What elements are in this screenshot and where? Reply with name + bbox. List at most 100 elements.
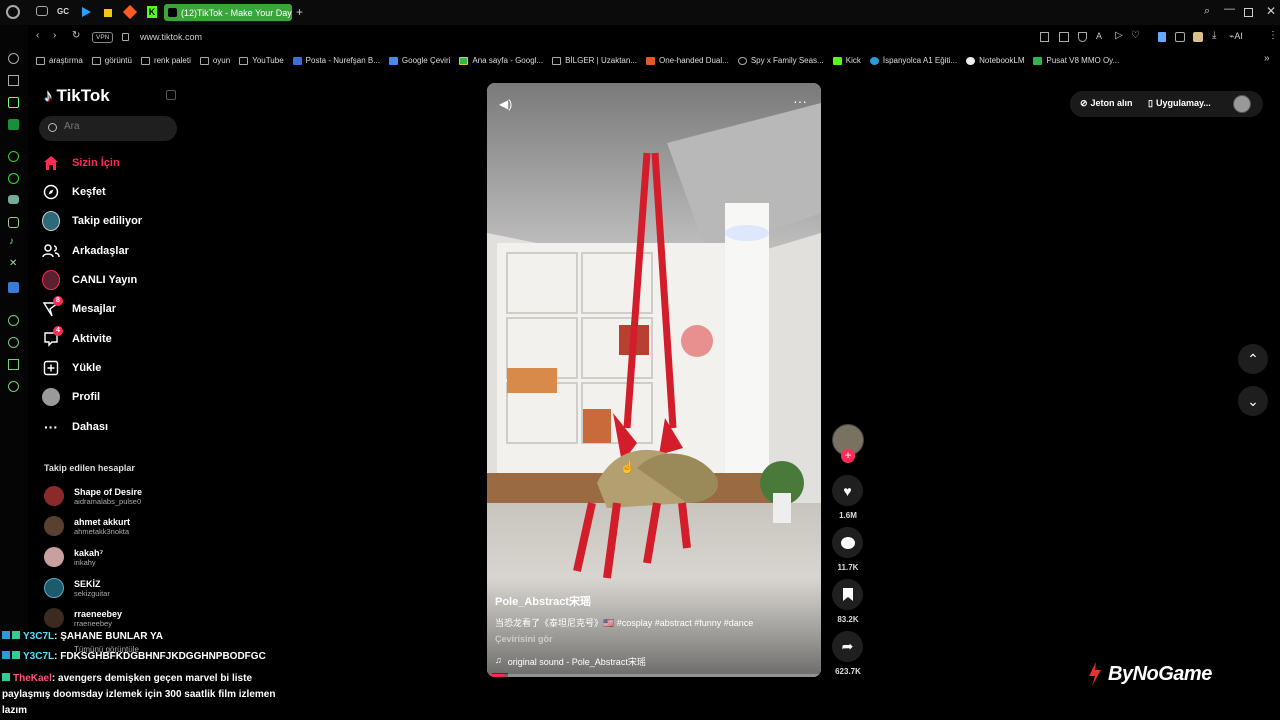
nav-canli-yayin[interactable]: CANLI Yayın (42, 270, 137, 290)
sound-link[interactable]: ♫ original sound - Pole_Abstract宋瑶 (495, 655, 646, 668)
save-button[interactable] (832, 579, 863, 610)
instagram-icon[interactable] (8, 217, 19, 228)
followed-account[interactable]: kakah⁷ irikahy (44, 547, 103, 567)
followed-account[interactable]: ahmet akkurt ahmetakk3nokta (44, 516, 130, 536)
speed-dial-icon[interactable] (8, 53, 19, 64)
comment-button[interactable] (832, 527, 863, 558)
next-video-button[interactable]: ⌄ (1238, 386, 1268, 416)
tiktok-note-icon: ♪ (44, 86, 53, 105)
extension-puzzle-icon[interactable] (1175, 32, 1185, 42)
vpn-badge[interactable]: VPN (92, 32, 114, 43)
extension-image-icon[interactable] (1193, 32, 1203, 42)
video-more-icon[interactable]: ··· (793, 93, 807, 109)
translate-link[interactable]: Çevirisini gör (495, 634, 553, 644)
restore-icon[interactable] (1244, 8, 1253, 17)
yellow-tab-icon[interactable] (104, 9, 112, 17)
extensions-icon[interactable] (8, 359, 19, 370)
bookmark-item[interactable]: Kick (832, 56, 861, 65)
tiktok-logo[interactable]: ♪ TikTok (44, 86, 110, 106)
tab-tiktok[interactable]: (12)TikTok - Make Your Day (164, 4, 292, 21)
player-icon[interactable] (8, 315, 19, 326)
bookmarks-overflow-icon[interactable]: » (1264, 53, 1270, 64)
shield-icon[interactable] (1078, 32, 1087, 42)
bookmark-item[interactable]: İspanyolca A1 Eğiti... (869, 56, 957, 65)
snapshot-icon[interactable] (1059, 32, 1069, 42)
bookmark-item[interactable]: Posta - Nurefşan B... (292, 56, 380, 65)
search-input[interactable] (64, 121, 164, 132)
bookmark-item[interactable]: One-handed Dual... (645, 56, 729, 65)
video-author[interactable]: Pole_Abstract宋瑶 (495, 593, 591, 609)
share-button[interactable]: ➦ (832, 631, 863, 662)
bookmark-item[interactable]: Pusat V8 MMO Oy... (1033, 56, 1119, 65)
nav-kesfet[interactable]: Keşfet (42, 183, 106, 201)
x-twitter-icon[interactable]: ✕ (9, 258, 17, 269)
get-app-button[interactable]: ▯ Uygulamay... (1148, 98, 1211, 109)
orange-tab-icon[interactable] (122, 4, 138, 20)
nav-yukle[interactable]: Yükle (42, 359, 101, 377)
chatgpt-icon[interactable] (8, 151, 19, 162)
bookmark-item[interactable]: görüntü (91, 56, 132, 65)
translate-icon[interactable]: A (1096, 31, 1102, 41)
docs-extension-icon[interactable] (1158, 32, 1166, 42)
nav-profil[interactable]: Profil (42, 388, 100, 406)
opera-logo-icon[interactable] (6, 5, 20, 19)
new-tab-icon[interactable]: + (296, 5, 303, 19)
settings-icon[interactable] (8, 381, 19, 392)
nav-dahasi[interactable]: ··· Dahası (42, 418, 108, 436)
search-box[interactable] (39, 116, 177, 141)
back-icon[interactable]: ‹ (36, 30, 39, 41)
play-tab-icon[interactable] (82, 7, 91, 17)
nav-mesajlar[interactable]: 8 Mesajlar (42, 296, 116, 318)
bookmark-item[interactable]: BİLGER | Uzaktan... (552, 56, 637, 65)
bookmark-item[interactable]: YouTube (239, 56, 284, 65)
nav-arkadaslar[interactable]: Arkadaşlar (42, 242, 129, 260)
nav-takip-ediliyor[interactable]: Takip ediliyor (42, 211, 142, 231)
minimize-icon[interactable]: — (1224, 3, 1235, 15)
heart-icon[interactable]: ♡ (1131, 30, 1140, 41)
bookmark-page-icon[interactable] (1040, 32, 1049, 42)
get-coins-button[interactable]: ⊘ Jeton alın (1080, 98, 1133, 109)
reload-icon[interactable]: ↻ (72, 30, 80, 41)
chevron-down-icon: ⌄ (1247, 392, 1259, 409)
bookmark-item[interactable]: araştırma (36, 56, 83, 65)
previous-video-button[interactable]: ⌃ (1238, 344, 1268, 374)
history-icon[interactable] (8, 337, 19, 348)
followed-account[interactable]: SEKİZ sekizguitar (44, 578, 110, 598)
music-player-icon[interactable] (8, 119, 19, 130)
follow-plus-icon[interactable]: + (841, 449, 855, 463)
bookmark-item[interactable]: Spy x Family Seas... (737, 56, 824, 65)
forward-icon[interactable]: › (53, 30, 56, 41)
bookmark-item[interactable]: Ana sayfa - Googl... (459, 56, 543, 65)
bookmark-item[interactable]: NotebookLM (966, 56, 1024, 65)
video-player[interactable]: ◀) ··· Pole_Abstract宋瑶 当恐龙看了《泰坦尼克号》🇺🇸 #c… (487, 83, 821, 677)
discord-icon[interactable] (8, 195, 19, 204)
followed-account[interactable]: Shape of Desire aidramalabs_pulse0 (44, 486, 142, 506)
gx-corner-icon[interactable] (8, 97, 19, 108)
url-field[interactable]: www.tiktok.com (140, 32, 202, 42)
bookmark-item[interactable]: oyun (199, 56, 230, 65)
kick-tab-icon[interactable]: K (147, 6, 157, 18)
volume-icon[interactable]: ◀) (499, 97, 512, 111)
menu-icon[interactable]: ⋮ (1268, 30, 1278, 41)
download-icon[interactable]: ⤓ (1212, 30, 1216, 41)
workspace-tab-icon[interactable] (36, 6, 48, 16)
video-progress-track[interactable] (487, 674, 821, 677)
tiktok-sidebar-icon[interactable]: ♪ (9, 236, 14, 247)
aria-ai-button[interactable]: ⌁AI (1229, 31, 1243, 42)
collapse-sidebar-icon[interactable] (166, 90, 176, 100)
bookmark-item[interactable]: Google Çeviri (388, 56, 450, 65)
bookmark-item[interactable]: renk paleti (140, 56, 191, 65)
followed-account[interactable]: rraeneebey rraeneebey (44, 608, 122, 628)
user-avatar[interactable] (1233, 95, 1251, 113)
account-name: rraeneebey (74, 608, 123, 619)
app-sidebar-icon[interactable] (8, 282, 19, 293)
whatsapp-icon[interactable] (8, 173, 19, 184)
search-tabs-icon[interactable]: ⌕ (1204, 5, 1210, 18)
pinboard-icon[interactable] (8, 75, 19, 86)
like-button[interactable]: ♥ (832, 475, 863, 506)
nav-sizin-icin[interactable]: Sizin İçin (42, 154, 120, 172)
gc-tab-icon[interactable]: GC (57, 7, 69, 16)
nav-aktivite[interactable]: 4 Aktivite (42, 326, 112, 348)
cast-play-icon[interactable]: ▷ (1115, 30, 1123, 41)
close-window-icon[interactable]: ✕ (1266, 4, 1276, 18)
